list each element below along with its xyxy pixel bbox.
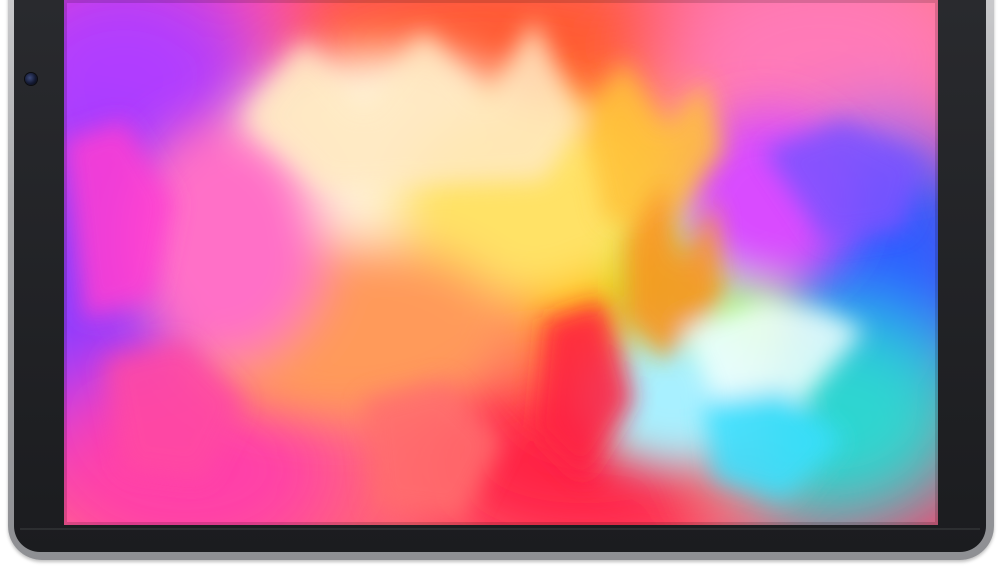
- tablet-product-photo: [0, 0, 1000, 567]
- bezel-highlight: [20, 528, 980, 530]
- tablet-screen: [64, 0, 938, 525]
- abstract-wallpaper: [64, 0, 938, 525]
- front-camera-icon: [25, 73, 37, 85]
